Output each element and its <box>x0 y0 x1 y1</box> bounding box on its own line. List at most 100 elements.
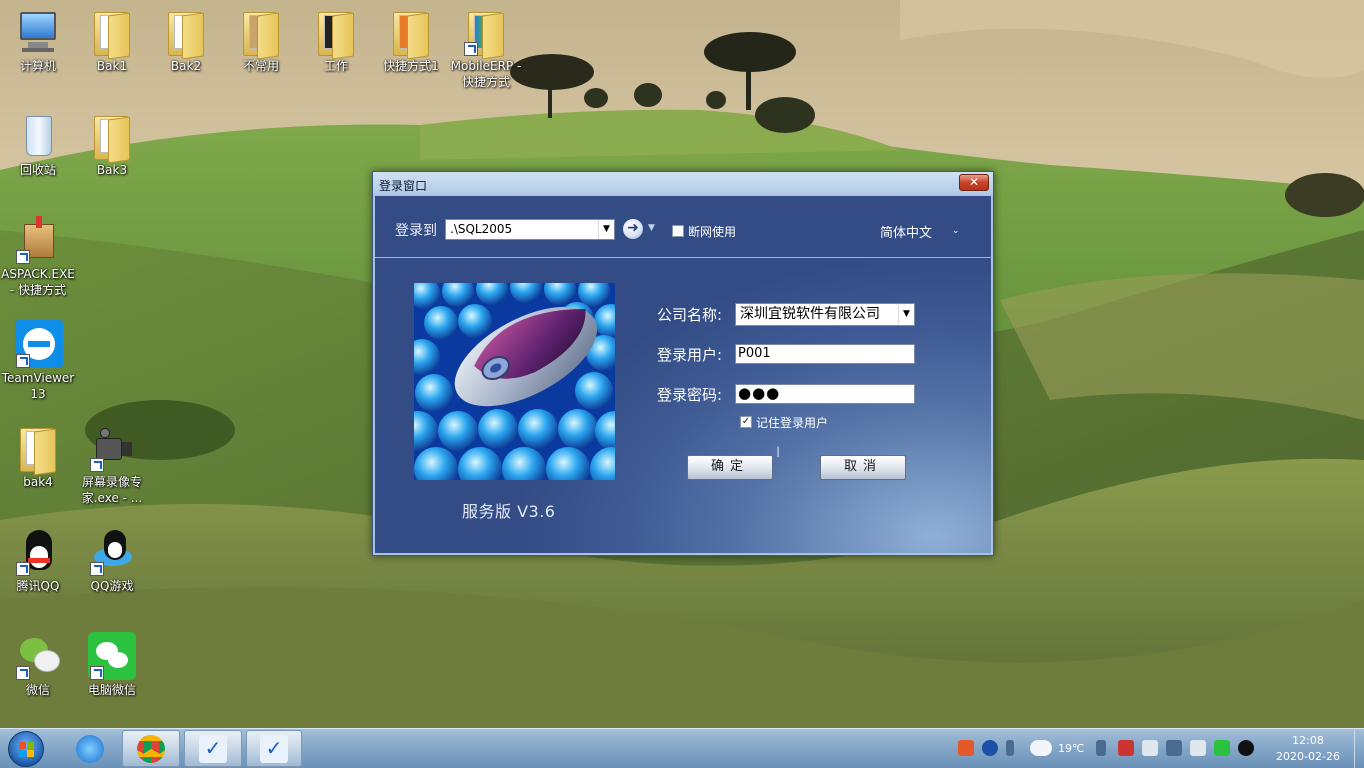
taskbar-app-erp-settings[interactable]: ✓ <box>184 730 242 767</box>
desktop-icon-label: 电脑微信 <box>87 683 136 697</box>
qq-penguin-icon <box>14 528 62 576</box>
desktop-icon-label: 屏幕录像专家.exe - ... <box>81 475 143 505</box>
connect-arrow-button[interactable]: ➜ <box>622 218 644 240</box>
mouse-logo-icon <box>414 283 615 480</box>
desktop-icon-label: Bak3 <box>96 163 128 177</box>
taskbar-app-browser[interactable] <box>62 730 118 767</box>
clock-date: 2020-02-26 <box>1276 750 1340 763</box>
company-select-value: 深圳宜锐软件有限公司 <box>740 306 880 322</box>
shortcut-arrow-icon <box>16 354 30 368</box>
login-dialog: 登录窗口 ✕ 登录到 .\SQL2005 ▼ ➜ ▼ 断网使用 简体中文 ⌄ 服… <box>372 171 994 556</box>
desktop-icon-bak4[interactable]: bak4 <box>0 424 76 490</box>
shortcut-arrow-icon <box>90 562 104 576</box>
company-label: 公司名称: <box>657 306 723 324</box>
desktop-icon-recycle-bin[interactable]: 回收站 <box>0 112 76 178</box>
desktop-icon-mobileerp[interactable]: MobileERP - 快捷方式 <box>448 8 524 90</box>
tray-app-icon[interactable] <box>958 740 974 756</box>
taskbar-app-chrome[interactable] <box>122 730 180 767</box>
compass-browser-icon <box>76 734 104 763</box>
wechat-icon <box>14 632 62 680</box>
system-clock[interactable]: 12:08 2020-02-26 <box>1262 733 1354 765</box>
folder-icon <box>462 8 510 60</box>
folder-icon <box>237 8 285 60</box>
desktop-icon-label: 微信 <box>25 683 50 697</box>
desktop-icon-label: ASPACK.EXE - 快捷方式 <box>1 267 75 297</box>
show-desktop-button[interactable] <box>1354 729 1364 768</box>
desktop-icon-label: 工作 <box>323 59 348 73</box>
erp-check-icon: ✓ <box>260 734 288 763</box>
company-select[interactable]: 深圳宜锐软件有限公司 ▼ <box>735 303 915 326</box>
folder-icon <box>162 8 210 60</box>
folder-icon <box>387 8 435 60</box>
dialog-client-area: 登录到 .\SQL2005 ▼ ➜ ▼ 断网使用 简体中文 ⌄ 服务版 V3.6… <box>375 196 991 553</box>
desktop-icon-computer[interactable]: 计算机 <box>0 8 76 74</box>
chevron-up-icon[interactable] <box>1096 740 1106 756</box>
dialog-titlebar[interactable]: 登录窗口 ✕ <box>373 172 993 196</box>
desktop-icon-teamviewer[interactable]: TeamViewer 13 <box>0 320 76 402</box>
offline-checkbox[interactable] <box>672 225 684 237</box>
password-input[interactable]: ●●● <box>735 384 915 404</box>
aspack-icon <box>14 216 62 264</box>
shortcut-arrow-icon <box>90 458 104 472</box>
folder-icon <box>88 112 136 164</box>
teamviewer-icon <box>14 320 63 368</box>
windows-logo-icon <box>19 742 34 757</box>
desktop-icon-pc-wechat[interactable]: 电脑微信 <box>74 632 150 698</box>
help-icon[interactable] <box>982 740 998 756</box>
start-button[interactable] <box>8 731 44 767</box>
desktop-icon-label: 快捷方式1 <box>383 59 439 73</box>
desktop-icon-shortcut1[interactable]: 快捷方式1 <box>373 8 449 74</box>
computer-icon <box>14 8 62 56</box>
taskbar: ✓ ✓ 19℃ 12:08 2020-02-26 <box>0 728 1364 768</box>
shortcut-arrow-icon <box>90 666 104 680</box>
close-button[interactable]: ✕ <box>959 174 989 191</box>
dialog-title: 登录窗口 <box>379 179 428 193</box>
server-select[interactable]: .\SQL2005 ▼ <box>445 219 615 240</box>
recycle-bin-icon <box>14 112 62 160</box>
close-icon: ✕ <box>968 175 980 189</box>
shortcut-arrow-icon <box>16 666 30 680</box>
desktop-icon-label: 腾讯QQ <box>16 579 60 593</box>
qq-tray-icon[interactable] <box>1238 740 1254 756</box>
desktop-icon-bak2[interactable]: Bak2 <box>148 8 224 74</box>
tray-flag-icon[interactable] <box>1118 740 1134 756</box>
network-signal-icon[interactable] <box>1166 740 1182 756</box>
taskbar-app-erp[interactable]: ✓ <box>246 730 302 767</box>
login-to-label: 登录到 <box>395 223 437 239</box>
desktop-icon-qq[interactable]: 腾讯QQ <box>0 528 76 594</box>
desktop-icon-bak3[interactable]: Bak3 <box>74 112 150 178</box>
user-input[interactable]: P001 <box>735 344 915 364</box>
desktop-icon-wechat[interactable]: 微信 <box>0 632 76 698</box>
shortcut-arrow-icon <box>464 42 478 56</box>
remember-user-checkbox[interactable]: ✓ <box>740 416 752 428</box>
clock-time: 12:08 <box>1292 734 1324 747</box>
tray-expand-icon[interactable] <box>1006 740 1014 756</box>
video-camera-icon <box>88 424 136 472</box>
user-label: 登录用户: <box>657 346 723 364</box>
password-label: 登录密码: <box>657 386 723 404</box>
desktop-icon-bak1[interactable]: Bak1 <box>74 8 150 74</box>
desktop-icon-qq-game[interactable]: QQ游戏 <box>74 528 150 594</box>
desktop-icon-label: 计算机 <box>19 59 56 73</box>
desktop-icon-label: Bak1 <box>96 59 128 73</box>
arrow-right-icon: ➜ <box>627 220 639 236</box>
cloud-weather-icon <box>1030 740 1052 756</box>
desktop-icon-work[interactable]: 工作 <box>298 8 374 74</box>
chevron-down-icon[interactable]: ⌄ <box>952 226 960 236</box>
desktop-icon-label: 不常用 <box>242 59 279 73</box>
language-select[interactable]: 简体中文 <box>880 222 932 241</box>
mouse-logo-image <box>414 283 615 480</box>
desktop-icon-label: MobileERP - 快捷方式 <box>450 59 522 89</box>
volume-icon[interactable] <box>1190 740 1206 756</box>
ok-button[interactable]: 确定 <box>687 455 773 480</box>
desktop-icon-label: bak4 <box>23 475 53 489</box>
chevron-down-icon[interactable]: ▼ <box>648 223 655 233</box>
desktop-icon-uncommon[interactable]: 不常用 <box>223 8 299 74</box>
desktop-icon-screen-recorder[interactable]: 屏幕录像专家.exe - ... <box>74 424 150 506</box>
cancel-button[interactable]: 取消 <box>820 455 906 480</box>
text-cursor-icon: I <box>776 445 781 461</box>
desktop-icon-label: TeamViewer 13 <box>1 371 75 401</box>
tray-device-icon[interactable] <box>1142 740 1158 756</box>
wechat-tray-icon[interactable] <box>1214 740 1230 756</box>
desktop-icon-aspack[interactable]: ASPACK.EXE - 快捷方式 <box>0 216 76 298</box>
